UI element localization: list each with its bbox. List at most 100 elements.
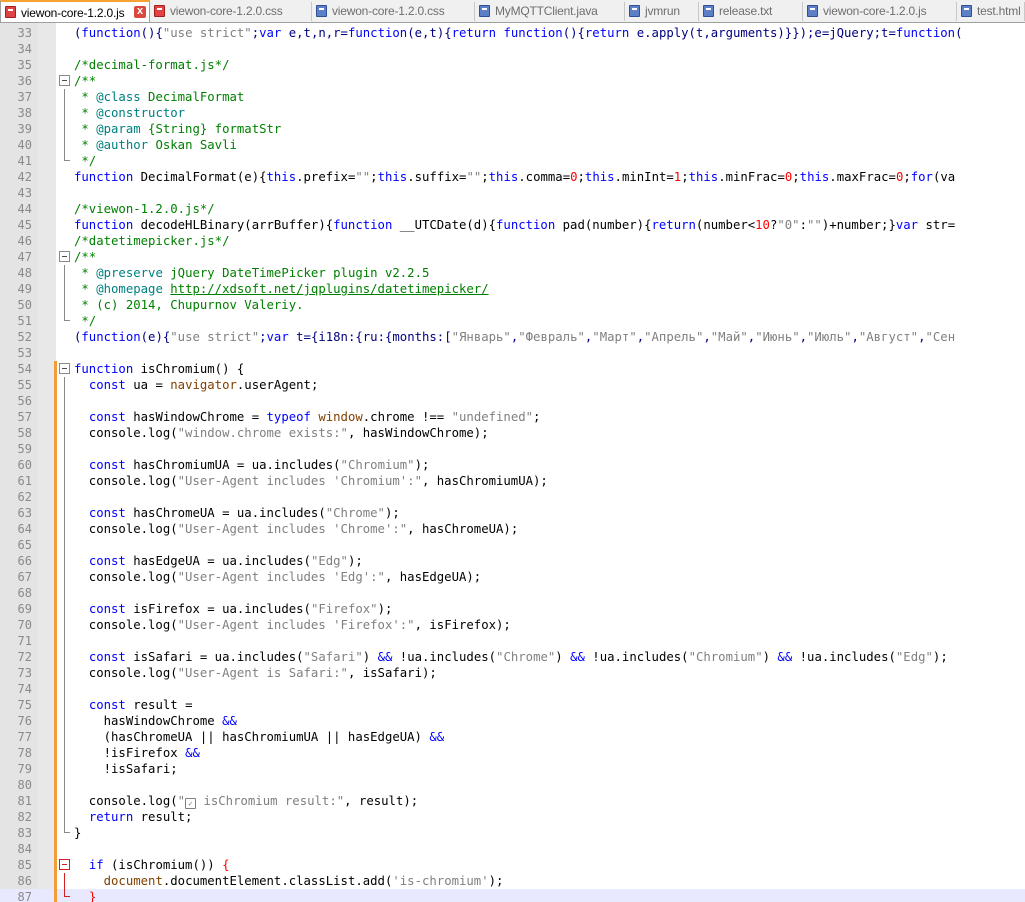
code-line[interactable]: 50 * (c) 2014, Chupurnov Valeriy. [0,297,1025,313]
code-line[interactable]: 64 console.log("User-Agent includes 'Chr… [0,521,1025,537]
code-text: console.log("User-Agent includes 'Edg':"… [74,569,481,585]
code-line[interactable]: 86 document.documentElement.classList.ad… [0,873,1025,889]
tab-6[interactable]: release.txt [699,2,803,21]
code-token: function [347,26,408,40]
code-line[interactable]: 54 function isChromium() { [0,361,1025,377]
code-line[interactable]: 45 function decodeHLBinary(arrBuffer){fun… [0,217,1025,233]
code-line[interactable]: 73 console.log("User-Agent is Safari:", … [0,665,1025,681]
code-line[interactable]: 68 [0,585,1025,601]
code-line[interactable]: 81 console.log(" ✓ isChromium result:", r… [0,793,1025,809]
code-line[interactable]: 41 */ [0,153,1025,169]
code-token: function [74,170,134,184]
tab-4[interactable]: MyMQTTClient.java [475,2,625,21]
code-line[interactable]: 84 [0,841,1025,857]
code-token: hasChromiumUA = ua.includes( [125,458,341,472]
code-line[interactable]: 42 function DecimalFormat(e){this.prefix=… [0,169,1025,185]
code-line[interactable]: 56 [0,393,1025,409]
code-editor[interactable]: 33 (function(){"use strict";var e,t,n,r=f… [0,23,1025,902]
line-number: 61 [17,474,32,488]
code-line[interactable]: 57 const hasWindowChrome = typeof window… [0,409,1025,425]
code-line[interactable]: 39 * @param {String} formatStr [0,121,1025,137]
code-line[interactable]: 43 [0,185,1025,201]
code-line[interactable]: 53 [0,345,1025,361]
code-token: jQuery DateTimePicker plugin v2.2.5 [162,266,430,280]
code-line[interactable]: 85 if (isChromium()) { [0,857,1025,873]
code-token: function [503,26,563,40]
code-line[interactable]: 60 const hasChromiumUA = ua.includes("Ch… [0,457,1025,473]
code-line[interactable]: 37 * @class DecimalFormat [0,89,1025,105]
fold-guide [64,121,65,137]
code-line[interactable]: 79 !isSafari; [0,761,1025,777]
code-line[interactable]: 44 /*viewon-1.2.0.js*/ [0,201,1025,217]
tab-5[interactable]: jvmrun [625,2,699,21]
code-line[interactable]: 69 const isFirefox = ua.includes("Firefo… [0,601,1025,617]
code-line[interactable]: 36 /** [0,73,1025,89]
code-token: if [88,858,104,872]
code-text: const hasEdgeUA = ua.includes("Edg"); [74,553,363,569]
code-line[interactable]: 65 [0,537,1025,553]
tab-3[interactable]: viewon-core-1.2.0.css [312,2,475,21]
line-number: 63 [17,506,32,520]
fold-toggle-icon[interactable] [59,251,70,262]
code-line[interactable]: 47 /** [0,249,1025,265]
code-line[interactable]: 38 * @constructor [0,105,1025,121]
code-line[interactable]: 82 return result; [0,809,1025,825]
code-line[interactable]: 33 (function(){"use strict";var e,t,n,r=f… [0,25,1025,41]
fold-toggle-icon[interactable] [59,363,70,374]
code-line[interactable]: 83} [0,825,1025,841]
code-token: decodeHLBinary(arrBuffer){ [133,218,334,232]
code-token: "Апрель" [644,330,704,344]
fold-guide [64,601,65,617]
fold-guide [64,137,65,153]
code-line[interactable]: 78 !isFirefox && [0,745,1025,761]
code-text: console.log(" ✓ isChromium result:", resu… [74,793,418,809]
code-token: * [74,106,97,120]
line-number: 52 [17,330,32,344]
code-line[interactable]: 71 [0,633,1025,649]
code-token: result; [133,810,193,824]
fold-toggle-icon[interactable] [59,859,70,870]
code-line[interactable]: 74 [0,681,1025,697]
code-token: , isSafari); [347,666,437,680]
code-token: for [910,170,933,184]
code-token: /*decimal-format.js*/ [74,58,230,72]
code-line[interactable]: 77 (hasChromeUA || hasChromiumUA || hasE… [0,729,1025,745]
code-line[interactable]: 61 console.log("User-Agent includes 'Chr… [0,473,1025,489]
code-line[interactable]: 55 const ua = navigator.userAgent; [0,377,1025,393]
code-line[interactable]: 70 console.log("User-Agent includes 'Fir… [0,617,1025,633]
line-number: 72 [17,650,32,664]
code-line[interactable]: 51 */ [0,313,1025,329]
code-line[interactable]: 40 * @author Oskan Savli [0,137,1025,153]
tab-2[interactable]: viewon-core-1.2.0.css [150,2,312,21]
code-line[interactable]: 48 * @preserve jQuery DateTimePicker plu… [0,265,1025,281]
code-token: t={i18n:{ru:{months:[ [288,330,452,344]
code-text: console.log("window.chrome exists:", has… [74,425,489,441]
code-line[interactable]: 72 const isSafari = ua.includes("Safari"… [0,649,1025,665]
line-number: 48 [17,266,32,280]
close-icon[interactable]: x [134,6,146,18]
code-line[interactable]: 35 /*decimal-format.js*/ [0,57,1025,73]
code-line[interactable]: 66 const hasEdgeUA = ua.includes("Edg"); [0,553,1025,569]
code-line[interactable]: 59 [0,441,1025,457]
tab-8[interactable]: test.html [957,2,1025,21]
code-line[interactable]: 58 console.log("window.chrome exists:", … [0,425,1025,441]
code-line[interactable]: 63 const hasChromeUA = ua.includes("Chro… [0,505,1025,521]
code-token: "undefined" [451,410,534,424]
code-line[interactable]: 76 hasWindowChrome && [0,713,1025,729]
code-line[interactable]: 87 } [0,889,1025,902]
code-line[interactable]: 80 [0,777,1025,793]
line-number: 73 [17,666,32,680]
code-line[interactable]: 34 [0,41,1025,57]
tab-7[interactable]: viewon-core-1.2.0.js [803,2,957,21]
line-number: 37 [17,90,32,104]
code-line[interactable]: 52 (function(e){"use strict";var t={i18n:… [0,329,1025,345]
code-line[interactable]: 46 /*datetimepicker.js*/ [0,233,1025,249]
code-line[interactable]: 67 console.log("User-Agent includes 'Edg… [0,569,1025,585]
code-token: const [88,554,126,568]
code-token: ; [903,170,911,184]
fold-toggle-icon[interactable] [59,75,70,86]
tab-1[interactable]: viewon-core-1.2.0.js x [0,0,150,22]
code-line[interactable]: 62 [0,489,1025,505]
code-line[interactable]: 49 * @homepage http://xdsoft.net/jqplugi… [0,281,1025,297]
code-line[interactable]: 75 const result = [0,697,1025,713]
